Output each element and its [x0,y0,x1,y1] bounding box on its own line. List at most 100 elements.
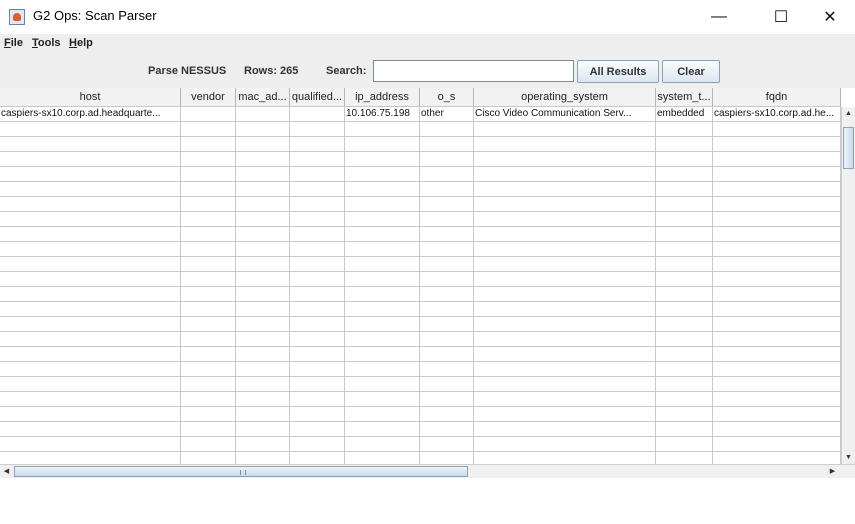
table-cell[interactable] [474,212,656,226]
table-cell[interactable] [420,332,474,346]
menu-file[interactable]: File [4,37,23,49]
table-cell[interactable] [290,437,345,451]
table-cell[interactable] [181,137,236,151]
table-cell[interactable] [474,332,656,346]
table-cell[interactable] [290,167,345,181]
table-cell[interactable] [420,377,474,391]
table-cell[interactable] [474,197,656,211]
column-header[interactable]: mac_ad... [236,88,290,106]
table-cell[interactable] [0,137,181,151]
table-cell[interactable] [0,287,181,301]
table-cell[interactable] [345,392,420,406]
table-cell[interactable] [713,152,841,166]
scroll-down-icon[interactable]: ▼ [842,451,855,464]
table-cell[interactable] [713,302,841,316]
table-cell[interactable] [181,287,236,301]
table-cell[interactable] [290,362,345,376]
vertical-scrollbar[interactable]: ▲ ▼ [841,107,855,464]
table-cell[interactable] [0,407,181,421]
table-row[interactable]: caspiers-sx10.corp.ad.headquarte... 10.10… [0,107,841,122]
horizontal-scroll-thumb[interactable] [14,466,468,477]
table-cell[interactable] [713,362,841,376]
maximize-button[interactable]: ☐ [758,0,804,34]
table-cell[interactable] [345,272,420,286]
table-cell[interactable] [345,182,420,196]
table-cell[interactable] [345,407,420,421]
table-cell[interactable] [290,137,345,151]
table-cell[interactable] [181,122,236,136]
table-cell[interactable] [420,422,474,436]
table-cell[interactable] [0,227,181,241]
table-cell[interactable] [474,242,656,256]
table-cell[interactable] [713,407,841,421]
table-cell[interactable] [713,242,841,256]
column-header[interactable]: operating_system [474,88,656,106]
table-cell[interactable] [290,392,345,406]
table-cell[interactable] [181,152,236,166]
table-cell[interactable] [236,137,290,151]
table-row[interactable] [0,122,841,137]
table-row[interactable] [0,152,841,167]
table-row[interactable] [0,392,841,407]
table-cell[interactable] [345,452,420,464]
table-cell[interactable] [0,182,181,196]
table-cell[interactable] [236,272,290,286]
table-cell[interactable] [656,392,713,406]
column-header[interactable]: o_s [420,88,474,106]
table-cell[interactable] [181,212,236,226]
table-cell[interactable] [474,227,656,241]
table-cell[interactable] [345,377,420,391]
table-cell[interactable] [713,257,841,271]
menu-help[interactable]: Help [69,37,93,49]
table-cell[interactable] [713,227,841,241]
table-cell[interactable] [474,317,656,331]
table-cell[interactable] [345,137,420,151]
table-cell[interactable] [474,257,656,271]
table-cell[interactable] [236,167,290,181]
table-cell[interactable] [474,137,656,151]
table-cell[interactable]: 10.106.75.198 [345,107,420,121]
table-cell[interactable] [0,122,181,136]
table-cell[interactable] [236,332,290,346]
table-cell[interactable] [420,437,474,451]
table-cell[interactable] [420,452,474,464]
table-cell[interactable] [181,332,236,346]
table-cell[interactable] [474,122,656,136]
table-cell[interactable] [656,137,713,151]
table-cell[interactable] [236,287,290,301]
table-cell[interactable] [474,347,656,361]
table-cell[interactable] [345,422,420,436]
table-cell[interactable] [0,242,181,256]
table-cell[interactable] [420,137,474,151]
table-row[interactable] [0,197,841,212]
table-row[interactable] [0,317,841,332]
table-cell[interactable] [345,242,420,256]
table-row[interactable] [0,212,841,227]
table-cell[interactable] [181,377,236,391]
table-cell[interactable] [713,212,841,226]
table-cell[interactable] [713,437,841,451]
table-cell[interactable] [345,347,420,361]
table-cell[interactable] [713,377,841,391]
scroll-right-icon[interactable]: ▶ [826,465,839,478]
table-row[interactable] [0,257,841,272]
table-cell[interactable] [345,122,420,136]
table-cell[interactable] [290,347,345,361]
table-cell[interactable] [656,347,713,361]
column-header[interactable]: qualified... [290,88,345,106]
table-cell[interactable] [290,302,345,316]
table-cell[interactable] [474,152,656,166]
table-cell[interactable] [290,227,345,241]
table-cell[interactable] [345,287,420,301]
table-cell[interactable]: caspiers-sx10.corp.ad.headquarte... [0,107,181,121]
table-cell[interactable] [656,332,713,346]
table-cell[interactable]: other [420,107,474,121]
table-cell[interactable] [420,392,474,406]
table-cell[interactable] [345,437,420,451]
table-cell[interactable] [420,407,474,421]
table-cell[interactable]: embedded [656,107,713,121]
table-cell[interactable] [181,422,236,436]
table-cell[interactable] [290,407,345,421]
table-cell[interactable] [420,242,474,256]
table-cell[interactable] [236,152,290,166]
